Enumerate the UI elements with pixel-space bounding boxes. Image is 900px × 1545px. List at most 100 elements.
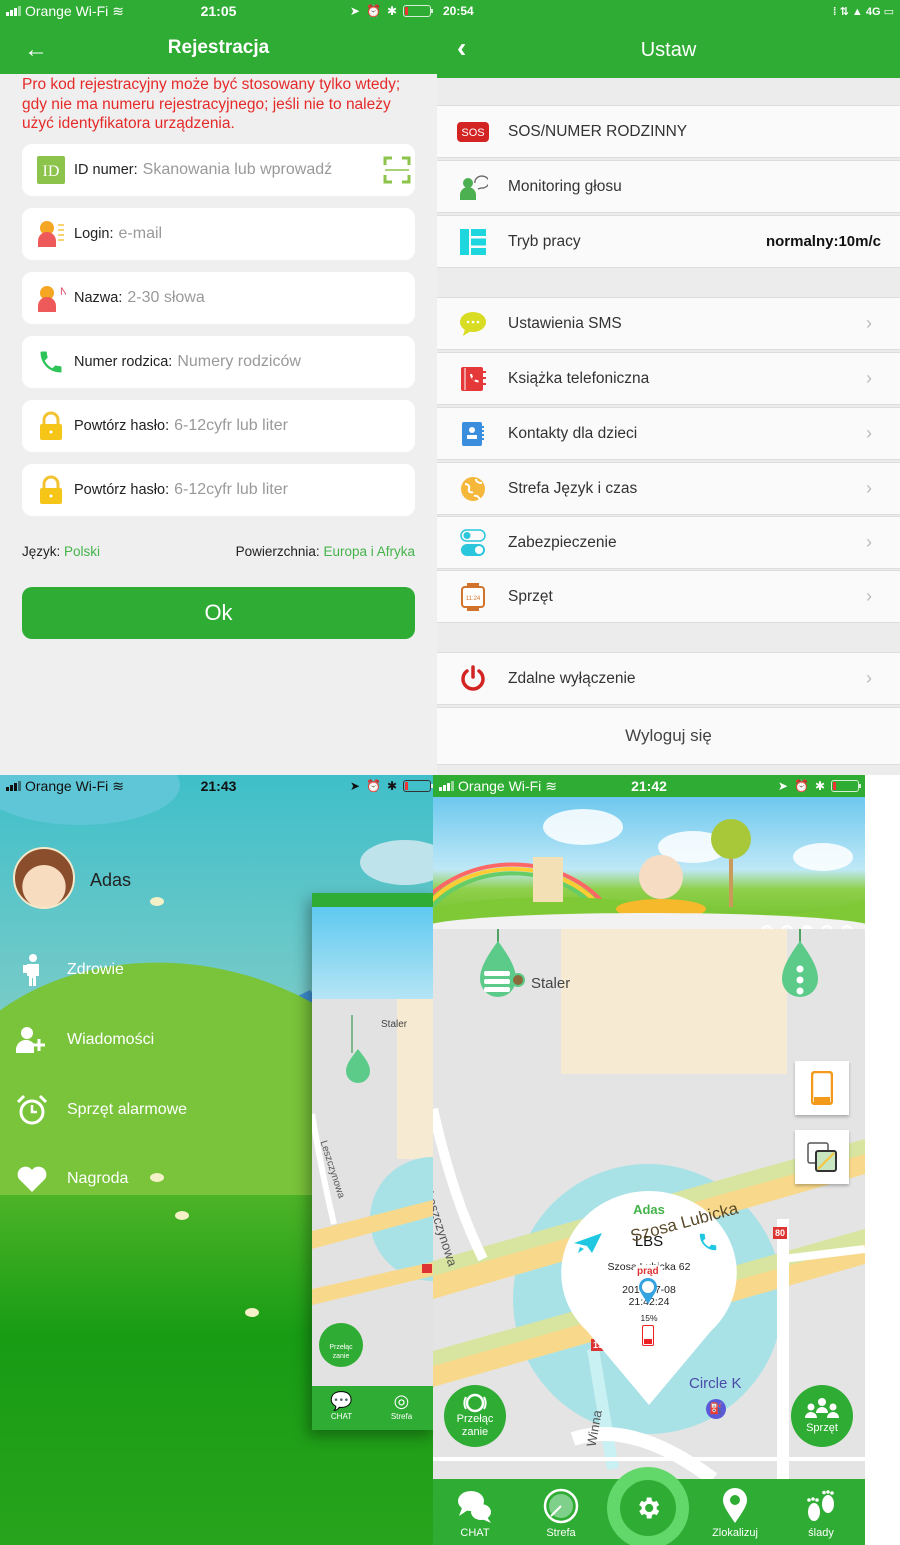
nav-tracks[interactable]: ślady bbox=[781, 1488, 861, 1539]
battery-icon bbox=[403, 5, 433, 17]
settings-row-remote-shutdown[interactable]: Zdalne wyłączenie › bbox=[437, 652, 900, 705]
logout-label: Wyloguj się bbox=[625, 726, 712, 745]
promo-banner[interactable] bbox=[433, 797, 865, 929]
signal-icon bbox=[6, 781, 21, 791]
logout-button[interactable]: Wyloguj się bbox=[437, 707, 900, 765]
region-selector[interactable]: Powierzchnia: Europa i Afryka bbox=[236, 544, 415, 559]
region-label: Powierzchnia: bbox=[235, 544, 320, 559]
id-badge-icon: ID bbox=[36, 155, 66, 185]
menu-item-messages[interactable]: Wiadomości bbox=[15, 1023, 154, 1057]
settings-row-timezone[interactable]: Strefa Język i czas › bbox=[437, 462, 900, 515]
preview-nav-zone[interactable]: ◎ Strefa bbox=[384, 1390, 419, 1421]
settings-row-sos[interactable]: SOS SOS/NUMER RODZINNY bbox=[437, 105, 900, 158]
menu-item-reward[interactable]: Nagroda bbox=[15, 1162, 128, 1196]
menu-label: Zdrowie bbox=[67, 961, 124, 978]
nav-chat[interactable]: CHAT bbox=[435, 1488, 515, 1539]
status-bar: 20:54 ⁞ ⇅ ▲ 4G ▭ bbox=[437, 0, 900, 22]
bluetooth-icon: ✱ bbox=[814, 779, 825, 793]
nav-settings[interactable] bbox=[607, 1467, 689, 1545]
menu-item-alarm[interactable]: Sprzęt alarmowe bbox=[15, 1093, 187, 1127]
menu-drop-button[interactable] bbox=[476, 929, 520, 1003]
switch-label: zanie bbox=[332, 1353, 350, 1360]
repeat-password-field[interactable]: Powtórz hasło: 6-12cyfr lub liter bbox=[22, 464, 415, 516]
marker-label: Staler bbox=[381, 1019, 408, 1030]
name-field[interactable]: N Nazwa: 2-30 słowa bbox=[22, 272, 415, 324]
map-view[interactable]: Staler Adas LBS Szosa Lubicka 62 2017-07… bbox=[433, 929, 865, 1479]
settings-row-sms[interactable]: Ustawienia SMS › bbox=[437, 297, 900, 350]
registration-screen: Orange Wi-Fi ≋ 21:05 ➤ ⏰ ✱ ← Rejestracja Pr… bbox=[0, 0, 437, 775]
location-arrow-icon: ➤ bbox=[349, 4, 360, 18]
switch-label: zanie bbox=[461, 1426, 489, 1438]
page-title: Rejestracja bbox=[167, 37, 270, 58]
clock: 21:42 bbox=[631, 778, 667, 794]
id-number-field[interactable]: ID ID numer: Skanowania lub wprowadź bbox=[22, 144, 415, 196]
row-label: Sprzęt bbox=[508, 587, 553, 605]
bluetooth-icon: ✱ bbox=[386, 779, 397, 793]
avatar[interactable] bbox=[13, 847, 75, 909]
region-value[interactable]: Europa i Afryka bbox=[323, 544, 415, 559]
nav-locate[interactable]: Zlokalizuj bbox=[695, 1488, 775, 1539]
menu-label: Sprzęt alarmowe bbox=[67, 1101, 188, 1118]
login-field[interactable]: Login: e-mail bbox=[22, 208, 415, 260]
carrier-name: Orange Wi-Fi bbox=[25, 778, 109, 794]
map-layer-button[interactable] bbox=[795, 1130, 849, 1184]
lock-icon bbox=[36, 475, 66, 505]
svg-text:N: N bbox=[60, 286, 66, 298]
settings-row-security[interactable]: Zabezpieczenie › bbox=[437, 516, 900, 569]
bottom-nav: CHAT Strefa Zlokalizuj ślady bbox=[433, 1467, 865, 1545]
field-label: Login: bbox=[74, 226, 114, 242]
settings-row-child-contacts[interactable]: Kontakty dla dzieci › bbox=[437, 407, 900, 460]
nav-label: Zlokalizuj bbox=[712, 1527, 758, 1539]
device-list-button[interactable]: Sprzęt bbox=[791, 1385, 853, 1447]
drawer-screen: Orange Wi-Fi ≋ 21:43 ➤ ⏰ ✱ Adas Zdrowie Wia… bbox=[0, 775, 437, 1545]
more-drop-button[interactable] bbox=[778, 929, 822, 1003]
field-label: Powtórz hasło: bbox=[74, 482, 170, 498]
user-name-icon: N bbox=[36, 283, 66, 313]
device-view-button[interactable] bbox=[795, 1061, 849, 1115]
password-field[interactable]: Powtórz hasło: 6-12cyfr lub liter bbox=[22, 400, 415, 452]
language-selector[interactable]: Język: Polski bbox=[22, 544, 100, 559]
row-label: Zdalne wyłączenie bbox=[508, 669, 636, 687]
chevron-right-icon: › bbox=[866, 668, 872, 688]
health-icon bbox=[15, 953, 49, 987]
switch-device-button[interactable]: Przełąc zanie bbox=[444, 1385, 506, 1447]
call-icon[interactable] bbox=[697, 1231, 719, 1253]
row-label: Zabezpieczenie bbox=[508, 533, 617, 551]
watch-switch-icon bbox=[463, 1393, 487, 1413]
settings-header: ‹ Ustaw bbox=[437, 22, 900, 78]
alarm-icon: ⏰ bbox=[365, 779, 381, 793]
settings-row-work-mode[interactable]: Tryb pracy normalny:10m/c bbox=[437, 215, 900, 268]
wifi-icon: ≋ bbox=[112, 777, 124, 794]
row-label: SOS/NUMER RODZINNY bbox=[508, 122, 688, 140]
language-value[interactable]: Polski bbox=[64, 544, 100, 559]
chat-icon bbox=[435, 1488, 515, 1524]
scan-qr-icon[interactable] bbox=[383, 156, 411, 184]
carrier-name: Orange Wi-Fi bbox=[458, 778, 542, 794]
nav-zone[interactable]: Strefa bbox=[521, 1488, 601, 1539]
wifi-icon: ≋ bbox=[545, 777, 557, 794]
switch-button[interactable]: Przełąc zanie bbox=[319, 1323, 363, 1367]
main-screen-preview[interactable]: Staler Leszczynowa Przełąc zanie 💬 CHAT ◎ S… bbox=[312, 893, 437, 1430]
row-label: Książka telefoniczna bbox=[508, 369, 650, 387]
power-icon bbox=[457, 664, 489, 693]
chevron-right-icon: › bbox=[866, 423, 872, 443]
device-marker-icon[interactable] bbox=[637, 1277, 659, 1305]
ok-button[interactable]: Ok bbox=[22, 587, 415, 639]
signal-icon bbox=[439, 781, 454, 791]
signal-icon bbox=[6, 6, 21, 16]
parent-number-field[interactable]: Numer rodzica: Numery rodziców bbox=[22, 336, 415, 388]
menu-label: Wiadomości bbox=[67, 1031, 155, 1048]
settings-row-device[interactable]: 11:24 Sprzęt › bbox=[437, 570, 900, 623]
preview-map: Staler Leszczynowa Przełąc zanie bbox=[312, 999, 437, 1386]
work-mode-value: normalny:10m/c bbox=[765, 233, 881, 250]
preview-nav: 💬 CHAT ◎ Strefa bbox=[312, 1386, 437, 1430]
preview-banner bbox=[312, 907, 437, 999]
footprints-icon bbox=[781, 1488, 861, 1524]
battery-icon bbox=[831, 780, 861, 792]
preview-nav-chat[interactable]: 💬 CHAT bbox=[324, 1390, 359, 1421]
settings-row-voice-monitor[interactable]: Monitoring głosu bbox=[437, 160, 900, 213]
lock-icon bbox=[36, 411, 66, 441]
alarm-clock-icon bbox=[15, 1093, 49, 1127]
settings-row-phonebook[interactable]: Książka telefoniczna › bbox=[437, 352, 900, 405]
menu-item-health[interactable]: Zdrowie bbox=[15, 953, 124, 987]
